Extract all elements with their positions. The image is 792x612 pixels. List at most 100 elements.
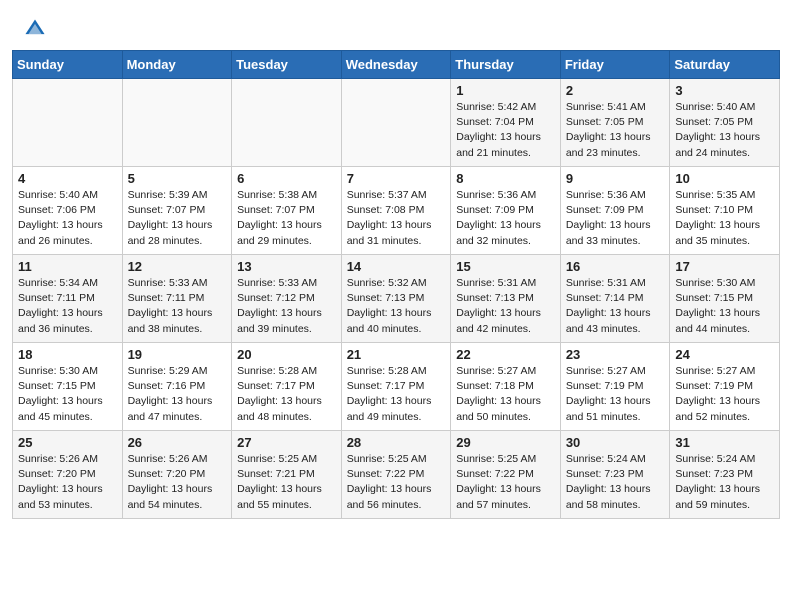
day-info: Sunrise: 5:25 AM Sunset: 7:21 PM Dayligh… — [237, 452, 336, 513]
calendar-cell — [122, 79, 232, 167]
weekday-header-wednesday: Wednesday — [341, 51, 451, 79]
day-number: 25 — [18, 435, 117, 450]
day-info: Sunrise: 5:38 AM Sunset: 7:07 PM Dayligh… — [237, 188, 336, 249]
day-info: Sunrise: 5:24 AM Sunset: 7:23 PM Dayligh… — [675, 452, 774, 513]
day-number: 11 — [18, 259, 117, 274]
calendar-body: 1 Sunrise: 5:42 AM Sunset: 7:04 PM Daylig… — [13, 79, 780, 519]
calendar-cell: 30 Sunrise: 5:24 AM Sunset: 7:23 PM Dayli… — [560, 431, 670, 519]
weekday-header-sunday: Sunday — [13, 51, 123, 79]
calendar-cell: 22 Sunrise: 5:27 AM Sunset: 7:18 PM Dayli… — [451, 343, 561, 431]
day-info: Sunrise: 5:30 AM Sunset: 7:15 PM Dayligh… — [675, 276, 774, 337]
day-number: 27 — [237, 435, 336, 450]
day-info: Sunrise: 5:34 AM Sunset: 7:11 PM Dayligh… — [18, 276, 117, 337]
calendar-cell: 27 Sunrise: 5:25 AM Sunset: 7:21 PM Dayli… — [232, 431, 342, 519]
day-number: 4 — [18, 171, 117, 186]
calendar-cell: 31Sunrise: 5:24 AM Sunset: 7:23 PM Dayli… — [670, 431, 780, 519]
calendar-cell: 12Sunrise: 5:33 AM Sunset: 7:11 PM Dayli… — [122, 255, 232, 343]
day-info: Sunrise: 5:40 AM Sunset: 7:05 PM Dayligh… — [675, 100, 774, 161]
calendar-cell: 6Sunrise: 5:38 AM Sunset: 7:07 PM Daylig… — [232, 167, 342, 255]
day-number: 5 — [128, 171, 227, 186]
day-number: 21 — [347, 347, 446, 362]
calendar-week-2: 4 Sunrise: 5:40 AM Sunset: 7:06 PM Daylig… — [13, 167, 780, 255]
calendar-cell — [13, 79, 123, 167]
calendar-cell — [341, 79, 451, 167]
calendar-cell: 3 Sunrise: 5:40 AM Sunset: 7:05 PM Daylig… — [670, 79, 780, 167]
day-info: Sunrise: 5:25 AM Sunset: 7:22 PM Dayligh… — [347, 452, 446, 513]
day-number: 26 — [128, 435, 227, 450]
day-number: 15 — [456, 259, 555, 274]
calendar-cell: 20 Sunrise: 5:28 AM Sunset: 7:17 PM Dayli… — [232, 343, 342, 431]
day-info: Sunrise: 5:35 AM Sunset: 7:10 PM Dayligh… — [675, 188, 774, 249]
day-number: 20 — [237, 347, 336, 362]
calendar-week-3: 11 Sunrise: 5:34 AM Sunset: 7:11 PM Dayli… — [13, 255, 780, 343]
day-info: Sunrise: 5:40 AM Sunset: 7:06 PM Dayligh… — [18, 188, 117, 249]
calendar-table: SundayMondayTuesdayWednesdayThursdayFrid… — [12, 50, 780, 519]
day-info: Sunrise: 5:27 AM Sunset: 7:18 PM Dayligh… — [456, 364, 555, 425]
calendar-cell: 1 Sunrise: 5:42 AM Sunset: 7:04 PM Daylig… — [451, 79, 561, 167]
weekday-row: SundayMondayTuesdayWednesdayThursdayFrid… — [13, 51, 780, 79]
day-info: Sunrise: 5:26 AM Sunset: 7:20 PM Dayligh… — [128, 452, 227, 513]
day-info: Sunrise: 5:32 AM Sunset: 7:13 PM Dayligh… — [347, 276, 446, 337]
day-number: 24 — [675, 347, 774, 362]
calendar-cell: 26 Sunrise: 5:26 AM Sunset: 7:20 PM Dayli… — [122, 431, 232, 519]
day-number: 9 — [566, 171, 665, 186]
day-info: Sunrise: 5:28 AM Sunset: 7:17 PM Dayligh… — [237, 364, 336, 425]
calendar-cell: 24 Sunrise: 5:27 AM Sunset: 7:19 PM Dayli… — [670, 343, 780, 431]
weekday-header-friday: Friday — [560, 51, 670, 79]
day-number: 30 — [566, 435, 665, 450]
calendar-cell: 29 Sunrise: 5:25 AM Sunset: 7:22 PM Dayli… — [451, 431, 561, 519]
day-info: Sunrise: 5:27 AM Sunset: 7:19 PM Dayligh… — [675, 364, 774, 425]
day-number: 1 — [456, 83, 555, 98]
day-info: Sunrise: 5:31 AM Sunset: 7:14 PM Dayligh… — [566, 276, 665, 337]
page-header — [0, 0, 792, 50]
day-number: 22 — [456, 347, 555, 362]
calendar-cell: 14 Sunrise: 5:32 AM Sunset: 7:13 PM Dayli… — [341, 255, 451, 343]
day-number: 2 — [566, 83, 665, 98]
calendar-cell: 10 Sunrise: 5:35 AM Sunset: 7:10 PM Dayli… — [670, 167, 780, 255]
calendar-cell: 25 Sunrise: 5:26 AM Sunset: 7:20 PM Dayli… — [13, 431, 123, 519]
day-number: 17 — [675, 259, 774, 274]
calendar-cell: 9 Sunrise: 5:36 AM Sunset: 7:09 PM Daylig… — [560, 167, 670, 255]
day-info: Sunrise: 5:36 AM Sunset: 7:09 PM Dayligh… — [566, 188, 665, 249]
day-info: Sunrise: 5:36 AM Sunset: 7:09 PM Dayligh… — [456, 188, 555, 249]
day-number: 19 — [128, 347, 227, 362]
day-info: Sunrise: 5:37 AM Sunset: 7:08 PM Dayligh… — [347, 188, 446, 249]
calendar-week-5: 25 Sunrise: 5:26 AM Sunset: 7:20 PM Dayli… — [13, 431, 780, 519]
calendar-week-4: 18Sunrise: 5:30 AM Sunset: 7:15 PM Dayli… — [13, 343, 780, 431]
calendar-cell: 2 Sunrise: 5:41 AM Sunset: 7:05 PM Daylig… — [560, 79, 670, 167]
calendar-cell: 17 Sunrise: 5:30 AM Sunset: 7:15 PM Dayli… — [670, 255, 780, 343]
day-info: Sunrise: 5:28 AM Sunset: 7:17 PM Dayligh… — [347, 364, 446, 425]
day-number: 3 — [675, 83, 774, 98]
calendar-cell: 8Sunrise: 5:36 AM Sunset: 7:09 PM Daylig… — [451, 167, 561, 255]
calendar-cell: 21 Sunrise: 5:28 AM Sunset: 7:17 PM Dayli… — [341, 343, 451, 431]
day-info: Sunrise: 5:26 AM Sunset: 7:20 PM Dayligh… — [18, 452, 117, 513]
day-info: Sunrise: 5:25 AM Sunset: 7:22 PM Dayligh… — [456, 452, 555, 513]
logo-icon — [24, 18, 46, 40]
day-info: Sunrise: 5:33 AM Sunset: 7:12 PM Dayligh… — [237, 276, 336, 337]
calendar-cell: 7Sunrise: 5:37 AM Sunset: 7:08 PM Daylig… — [341, 167, 451, 255]
weekday-header-saturday: Saturday — [670, 51, 780, 79]
calendar-cell: 18Sunrise: 5:30 AM Sunset: 7:15 PM Dayli… — [13, 343, 123, 431]
calendar-cell: 11 Sunrise: 5:34 AM Sunset: 7:11 PM Dayli… — [13, 255, 123, 343]
day-info: Sunrise: 5:24 AM Sunset: 7:23 PM Dayligh… — [566, 452, 665, 513]
day-number: 13 — [237, 259, 336, 274]
day-number: 16 — [566, 259, 665, 274]
day-number: 10 — [675, 171, 774, 186]
logo — [24, 18, 50, 40]
day-info: Sunrise: 5:29 AM Sunset: 7:16 PM Dayligh… — [128, 364, 227, 425]
weekday-header-thursday: Thursday — [451, 51, 561, 79]
day-info: Sunrise: 5:41 AM Sunset: 7:05 PM Dayligh… — [566, 100, 665, 161]
calendar-cell: 28 Sunrise: 5:25 AM Sunset: 7:22 PM Dayli… — [341, 431, 451, 519]
calendar-header: SundayMondayTuesdayWednesdayThursdayFrid… — [13, 51, 780, 79]
day-info: Sunrise: 5:30 AM Sunset: 7:15 PM Dayligh… — [18, 364, 117, 425]
day-info: Sunrise: 5:39 AM Sunset: 7:07 PM Dayligh… — [128, 188, 227, 249]
calendar-cell: 13 Sunrise: 5:33 AM Sunset: 7:12 PM Dayli… — [232, 255, 342, 343]
day-info: Sunrise: 5:42 AM Sunset: 7:04 PM Dayligh… — [456, 100, 555, 161]
day-number: 14 — [347, 259, 446, 274]
day-number: 29 — [456, 435, 555, 450]
day-info: Sunrise: 5:27 AM Sunset: 7:19 PM Dayligh… — [566, 364, 665, 425]
day-number: 28 — [347, 435, 446, 450]
calendar-cell: 16 Sunrise: 5:31 AM Sunset: 7:14 PM Dayli… — [560, 255, 670, 343]
calendar-cell: 4 Sunrise: 5:40 AM Sunset: 7:06 PM Daylig… — [13, 167, 123, 255]
day-info: Sunrise: 5:33 AM Sunset: 7:11 PM Dayligh… — [128, 276, 227, 337]
